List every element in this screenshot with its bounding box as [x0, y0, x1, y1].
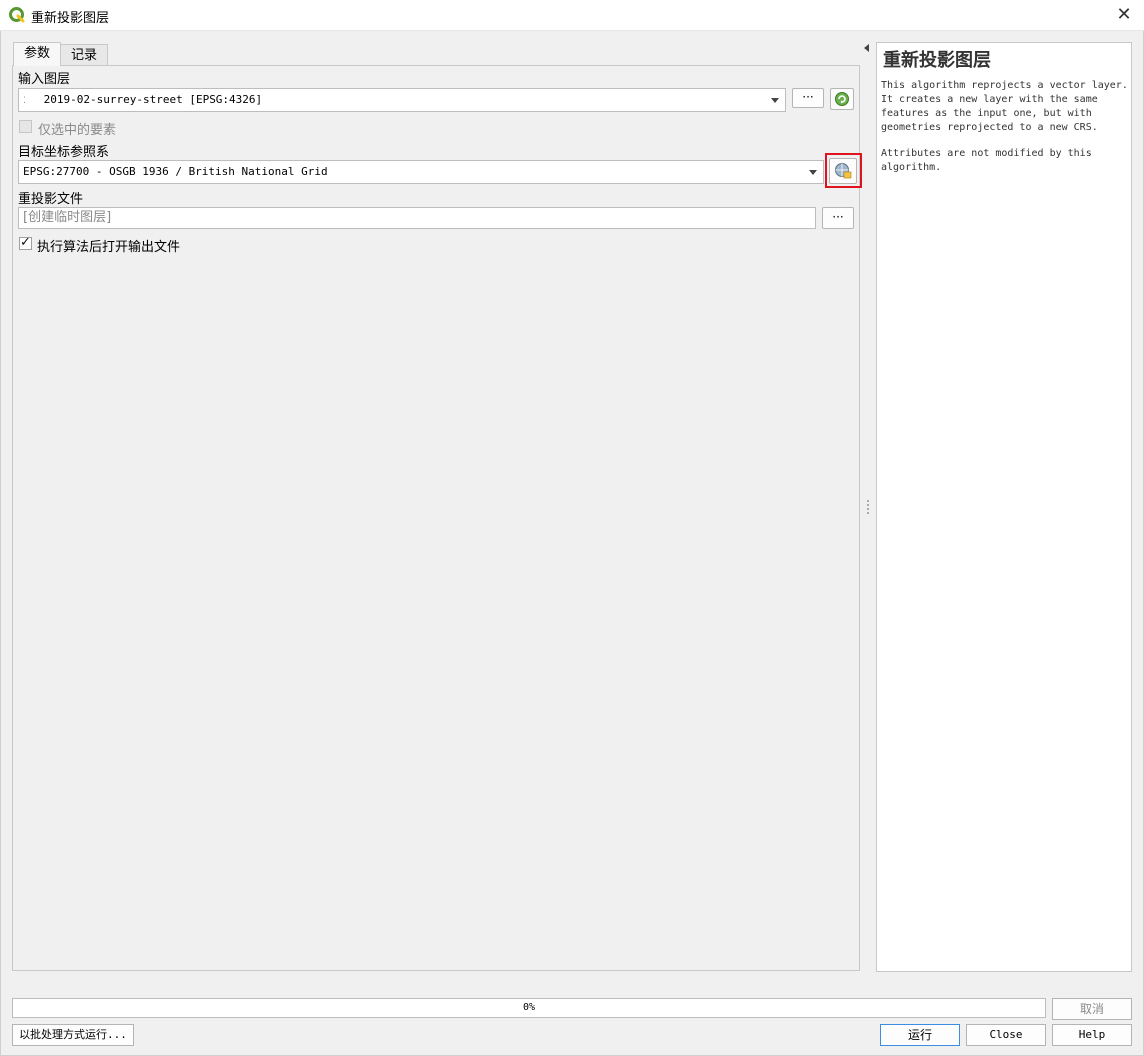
help-paragraph-1: This algorithm reprojects a vector layer… [881, 80, 1128, 133]
chevron-down-icon [809, 170, 817, 175]
help-panel: 重新投影图层 This algorithm reprojects a vecto… [876, 42, 1132, 972]
reprojected-output-input[interactable]: [创建临时图层] [18, 207, 816, 229]
qgis-logo-icon [9, 7, 25, 23]
help-button[interactable]: Help [1052, 1024, 1132, 1046]
target-crs-label: 目标坐标参照系 [18, 145, 110, 160]
reprojected-label: 重投影文件 [18, 192, 84, 207]
open-output-label: 执行算法后打开输出文件 [37, 240, 181, 255]
title-bar: 重新投影图层 ✕ [0, 0, 1144, 31]
output-browse-button[interactable]: ··· [822, 207, 854, 229]
input-layer-label: 输入图层 [18, 72, 71, 87]
close-window-button[interactable]: ✕ [1112, 4, 1136, 26]
batch-process-button[interactable]: 以批处理方式运行... [12, 1024, 134, 1046]
tab-log[interactable]: 记录 [60, 44, 108, 66]
target-crs-combo[interactable]: EPSG:27700 - OSGB 1936 / British Nationa… [18, 160, 824, 184]
tab-parameters[interactable]: 参数 [13, 42, 61, 66]
help-title: 重新投影图层 [883, 50, 991, 71]
input-layer-combo[interactable]: ⁚ 2019-02-surrey-street [EPSG:4326] [18, 88, 786, 112]
target-crs-value: EPSG:27700 - OSGB 1936 / British Nationa… [23, 165, 328, 178]
help-paragraph-2: Attributes are not modified by this algo… [881, 148, 1092, 173]
iterate-over-features-button[interactable] [830, 88, 854, 110]
run-button[interactable]: 运行 [880, 1024, 960, 1046]
cancel-button[interactable]: 取消 [1052, 998, 1132, 1020]
progress-bar: 0% [12, 998, 1046, 1018]
close-button[interactable]: Close [966, 1024, 1046, 1046]
selected-only-checkbox[interactable] [19, 120, 32, 133]
input-layer-browse-button[interactable]: ··· [792, 88, 824, 108]
help-body: This algorithm reprojects a vector layer… [881, 79, 1129, 187]
selected-only-label: 仅选中的要素 [38, 123, 117, 138]
input-layer-value: 2019-02-surrey-street [EPSG:4326] [43, 93, 263, 106]
chevron-down-icon [771, 98, 779, 103]
parameters-panel [12, 65, 860, 971]
highlight-box [825, 153, 862, 188]
window-title: 重新投影图层 [31, 11, 110, 26]
point-layer-icon: ⁚ [23, 96, 26, 106]
refresh-icon [835, 92, 849, 106]
splitter-handle[interactable] [867, 500, 869, 516]
collapse-help-icon[interactable] [864, 44, 869, 52]
open-output-checkbox[interactable] [19, 235, 32, 250]
